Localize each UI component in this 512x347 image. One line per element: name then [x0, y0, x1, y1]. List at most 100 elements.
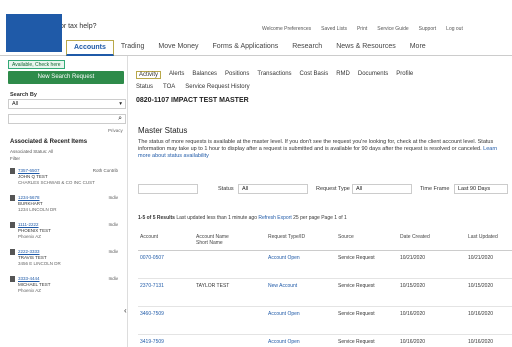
associated-items-heading: Associated & Recent Items	[10, 139, 88, 145]
nav-tab-move-money[interactable]: Move Money	[151, 40, 205, 56]
tab-toa[interactable]: TOA	[163, 84, 175, 90]
row-account[interactable]: 3419-7509	[140, 339, 164, 345]
top-link-print[interactable]: Print	[357, 26, 367, 32]
col-date-created[interactable]: Date Created	[400, 234, 430, 240]
list-item[interactable]: 3333-4444 Indiv MICHAEL TEST Phoenix AZ	[10, 276, 122, 299]
tab-positions[interactable]: Positions	[225, 71, 249, 79]
account-title: 0820-1107 IMPACT TEST MASTER	[136, 97, 249, 104]
account-icon	[10, 249, 15, 255]
time-frame-label: Time Frame	[420, 186, 450, 192]
tab-status[interactable]: Status	[136, 84, 153, 90]
row-updated: 10/15/2020	[468, 283, 494, 289]
search-by-label: Search By	[10, 92, 37, 98]
row-request[interactable]: Account Open	[268, 255, 300, 261]
nav-tab-trading[interactable]: Trading	[114, 40, 151, 56]
availability-badge[interactable]: Available, Check here	[8, 60, 65, 69]
nav-tab-news[interactable]: News & Resources	[329, 40, 403, 56]
brand-logo[interactable]	[6, 14, 62, 52]
tab-transactions[interactable]: Transactions	[257, 71, 291, 79]
account-number[interactable]: 2222-3333	[18, 249, 40, 254]
tab-cost-basis[interactable]: Cost Basis	[300, 71, 329, 79]
search-by-select[interactable]: All ▾	[8, 99, 126, 109]
row-request[interactable]: Account Open	[268, 311, 300, 317]
new-search-button[interactable]: New Search Request	[8, 71, 124, 84]
row-account[interactable]: 3460-7509	[140, 311, 164, 317]
row-source: Service Request	[338, 255, 375, 261]
search-by-value: All	[12, 101, 19, 107]
tab-alerts[interactable]: Alerts	[169, 71, 184, 79]
export-button[interactable]: Export	[277, 215, 291, 221]
row-request[interactable]: Account Open	[268, 339, 300, 345]
row-created: 10/15/2020	[400, 283, 426, 289]
filter-bar: Status All Request Type All Time Frame L…	[138, 184, 512, 206]
row-updated: 10/21/2020	[468, 255, 494, 261]
nav-tab-research[interactable]: Research	[285, 40, 329, 56]
row-account[interactable]: 2370-7131	[140, 283, 164, 289]
top-link-support[interactable]: Support	[419, 26, 437, 32]
account-type: Indiv	[108, 195, 118, 200]
help-text[interactable]: for tax help?	[58, 23, 97, 30]
nav-tab-accounts[interactable]: Accounts	[66, 40, 114, 56]
account-name: TRAVIS TEST	[18, 255, 47, 260]
refresh-button[interactable]: Refresh	[258, 215, 276, 221]
list-item[interactable]: 1234-5678 Indiv BURKHART 1234 LINCOLN DR	[10, 195, 122, 218]
status-filter-select[interactable]: All	[238, 184, 308, 194]
status-filter-label: Status	[218, 186, 234, 192]
row-account[interactable]: 0070-0507	[140, 255, 164, 261]
main-content: Activity Alerts Balances Positions Trans…	[130, 56, 512, 347]
associated-status[interactable]: Associated Status: All	[10, 149, 53, 154]
col-last-updated[interactable]: Last Updated	[468, 234, 498, 240]
row-source: Service Request	[338, 283, 375, 289]
nav-tab-forms[interactable]: Forms & Applications	[205, 40, 285, 56]
account-name: JOHN Q TEST	[18, 174, 48, 179]
account-type: Indiv	[108, 276, 118, 281]
account-icon	[10, 222, 15, 228]
time-frame-value: Last 90 Days	[458, 186, 491, 192]
request-type-value: All	[356, 186, 363, 192]
col-request-type[interactable]: Request Type/ID	[268, 234, 305, 240]
table-row[interactable]: 3460-7509 Account Open Service Request 1…	[138, 307, 512, 335]
row-created: 10/16/2020	[400, 339, 426, 345]
list-item[interactable]: 2222-3333 Indiv TRAVIS TEST 3456 E LINCO…	[10, 249, 122, 272]
list-item[interactable]: 7357-6507 Roth Contrib JOHN Q TEST CHARL…	[10, 168, 122, 191]
date-range-input[interactable]	[138, 184, 198, 194]
account-number[interactable]: 7357-6507	[18, 168, 40, 173]
search-icon[interactable]: ⌕	[118, 115, 122, 123]
request-type-select[interactable]: All	[352, 184, 412, 194]
row-source: Service Request	[338, 311, 375, 317]
top-link-logout[interactable]: Log out	[446, 26, 463, 32]
time-frame-select[interactable]: Last 90 Days	[454, 184, 508, 194]
tab-documents[interactable]: Documents	[358, 71, 388, 79]
per-page-select[interactable]: 25 per page	[293, 215, 320, 221]
table-row[interactable]: 3419-7509 Account Open Service Request 1…	[138, 335, 512, 347]
tab-profile[interactable]: Profile	[396, 71, 413, 79]
account-detail: Phoenix AZ	[18, 234, 42, 239]
collapse-sidebar-icon[interactable]: ‹	[124, 306, 127, 315]
table-row[interactable]: 2370-7131 TAYLOR TEST New Account Servic…	[138, 279, 512, 307]
tab-balances[interactable]: Balances	[192, 71, 217, 79]
table-row[interactable]: 0070-0507 Account Open Service Request 1…	[138, 251, 512, 279]
tab-activity[interactable]: Activity	[136, 71, 162, 79]
privacy-link[interactable]: Privacy	[108, 128, 123, 133]
top-link-welcome[interactable]: Welcome Preferences	[262, 26, 311, 32]
search-input[interactable]: ⌕	[8, 114, 126, 124]
account-number[interactable]: 1111-2222	[18, 222, 39, 227]
account-type: Indiv	[108, 222, 118, 227]
row-created: 10/16/2020	[400, 311, 426, 317]
row-updated: 10/16/2020	[468, 311, 494, 317]
list-item[interactable]: 1111-2222 Indiv PHOENIX TEST Phoenix AZ	[10, 222, 122, 245]
col-source[interactable]: Source	[338, 234, 354, 240]
tab-rmd[interactable]: RMD	[336, 71, 350, 79]
col-account-name[interactable]: Account Name Short Name	[196, 234, 236, 246]
account-number[interactable]: 3333-4444	[18, 276, 40, 281]
top-link-service-guide[interactable]: Service Guide	[377, 26, 408, 32]
row-request[interactable]: New Account	[268, 283, 297, 289]
associated-filter[interactable]: Filter	[10, 156, 20, 161]
col-account[interactable]: Account	[140, 234, 158, 240]
tab-service-request-history[interactable]: Service Request History	[185, 84, 249, 90]
top-link-saved-lists[interactable]: Saved Lists	[321, 26, 347, 32]
nav-tab-more[interactable]: More	[403, 40, 433, 56]
info-text: The status of more requests is available…	[138, 139, 508, 160]
info-body: The status of more requests is available…	[138, 139, 494, 152]
account-number[interactable]: 1234-5678	[18, 195, 40, 200]
